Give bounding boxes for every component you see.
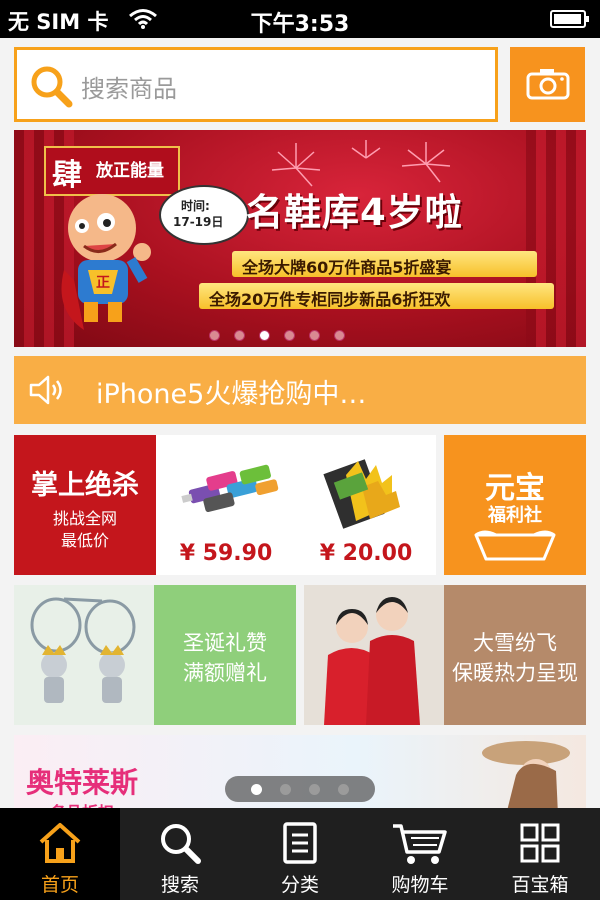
- tab-category[interactable]: 分类: [240, 808, 360, 900]
- search-input[interactable]: 搜索商品: [14, 47, 498, 122]
- keychain-product-image: [14, 585, 154, 725]
- page-dot: [338, 783, 349, 795]
- product-card[interactable]: ¥ 20.00: [296, 435, 436, 575]
- flash-deal-subtitle: 挑战全网: [52, 509, 117, 528]
- date-value: 17-19日: [173, 215, 224, 229]
- winter-promo-tile[interactable]: 大雪纷飞 保暖热力呈现: [304, 585, 586, 725]
- battery-icon: [550, 10, 589, 28]
- couple-model-image: [304, 585, 444, 725]
- bottom-tab-bar: 首页 搜索 分类 购物车 百宝箱: [0, 808, 600, 900]
- product-card[interactable]: ¥ 59.90: [156, 435, 296, 575]
- tab-label: 分类: [280, 874, 319, 896]
- model-photo: [482, 741, 570, 815]
- list-icon: [283, 822, 317, 864]
- banner-page-indicator: [209, 330, 345, 341]
- announcement-text: iPhone5火爆抢购中…: [96, 379, 367, 410]
- keychain-illustration: [30, 597, 136, 703]
- campaign-tag-char: 肆: [52, 158, 82, 193]
- tab-toolbox[interactable]: 百宝箱: [480, 808, 600, 900]
- camera-icon: [526, 69, 570, 100]
- tab-label: 搜索: [160, 874, 199, 896]
- page-dot: [309, 783, 320, 795]
- christmas-promo-line: 圣诞礼赞: [183, 631, 267, 655]
- camera-search-button[interactable]: [510, 47, 585, 122]
- banner-promo-line: 全场20万件专柜同步新品6折狂欢: [199, 283, 554, 309]
- page-dot: [334, 330, 345, 341]
- flash-deal-subtitle: 最低价: [60, 531, 109, 550]
- tab-label: 首页: [40, 874, 79, 896]
- tab-cart[interactable]: 购物车: [360, 808, 480, 900]
- campaign-tag-text: 放正能量: [96, 161, 164, 181]
- search-icon: [31, 66, 73, 108]
- couple-illustration: [324, 597, 420, 725]
- search-icon: [161, 824, 201, 864]
- page-dot: [280, 783, 291, 795]
- grid-icon: [520, 823, 560, 863]
- search-placeholder: 搜索商品: [81, 75, 177, 103]
- outlet-title: 奥特莱斯: [26, 766, 139, 799]
- tab-search[interactable]: 搜索: [120, 808, 240, 900]
- banner-headline: 名鞋库4岁啦: [246, 191, 463, 234]
- gold-ingot-icon: [474, 530, 556, 561]
- christmas-promo-line: 满额赠礼: [183, 661, 267, 685]
- outlet-banner-carousel[interactable]: 奥特莱斯 名品折扣: [14, 735, 586, 815]
- svg-text:正: 正: [96, 275, 110, 291]
- product-price: ¥ 59.90: [179, 541, 273, 566]
- date-bubble: 时间: 17-19日: [159, 185, 249, 245]
- page-dot: [284, 330, 295, 341]
- campaign-tag: 肆 放正能量: [44, 146, 180, 196]
- usb-drive-image: [181, 464, 279, 512]
- status-bar: 无 SIM 卡 下午3:53: [0, 0, 600, 38]
- banner-promo-line: 全场大牌60万件商品5折盛宴: [232, 251, 537, 277]
- tab-label: 购物车: [391, 874, 449, 896]
- page-dot: [309, 330, 320, 341]
- search-row: 搜索商品: [0, 38, 600, 130]
- flash-deal-tile[interactable]: 掌上绝杀 挑战全网 最低价: [14, 435, 156, 575]
- winter-promo-line: 保暖热力呈现: [452, 661, 578, 685]
- curtain-decoration: [526, 130, 586, 347]
- clock: 下午3:53: [250, 12, 350, 37]
- app-screen: 无 SIM 卡 下午3:53 搜索商品 肆 放正能量 正 时间: 17-19日 …: [0, 0, 600, 900]
- promo-banner-carousel[interactable]: 肆 放正能量 正 时间: 17-19日 名鞋库4岁啦 全场大牌60万件商品5折盛…: [14, 130, 586, 347]
- page-dot-active: [259, 330, 270, 341]
- welfare-club-tile[interactable]: 元宝 福利社: [444, 435, 586, 575]
- page-dot: [209, 330, 220, 341]
- page-dot-active: [251, 783, 262, 795]
- announcement-bar[interactable]: iPhone5火爆抢购中…: [14, 356, 586, 424]
- mascot-illustration: 正: [61, 194, 151, 330]
- christmas-promo-tile[interactable]: 圣诞礼赞 满额赠礼: [14, 585, 296, 725]
- tab-home[interactable]: 首页: [0, 808, 120, 900]
- winter-promo-line: 大雪纷飞: [473, 631, 557, 655]
- page-dot: [234, 330, 245, 341]
- glove-product-image: [323, 459, 400, 529]
- home-icon: [39, 823, 81, 863]
- deals-row: 掌上绝杀 挑战全网 最低价 ¥ 59.90 ¥ 20.00 元宝 福利社: [14, 435, 586, 575]
- flash-deal-title: 掌上绝杀: [31, 470, 139, 501]
- speaker-icon: [29, 375, 62, 405]
- tab-label: 百宝箱: [511, 874, 569, 896]
- date-label: 时间:: [181, 199, 210, 213]
- outlet-page-indicator: [225, 776, 375, 802]
- cart-icon: [393, 824, 447, 864]
- product-price: ¥ 20.00: [319, 541, 413, 566]
